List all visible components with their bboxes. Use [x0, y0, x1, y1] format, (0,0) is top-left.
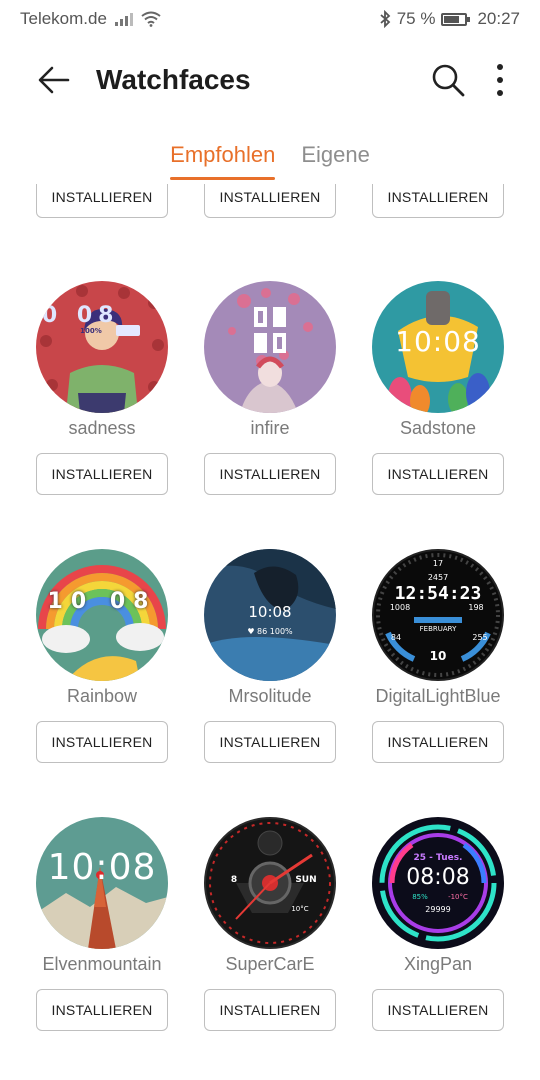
install-button[interactable]: INSTALLIEREN	[36, 721, 168, 763]
tab-eigene[interactable]: Eigene	[301, 132, 370, 182]
face-temp: 10°C	[291, 905, 309, 913]
watchface-name: infire	[250, 418, 290, 438]
face-time: 10 08	[36, 303, 120, 328]
search-button[interactable]	[422, 54, 474, 106]
install-button[interactable]: INSTALLIEREN	[372, 721, 504, 763]
install-button[interactable]: INSTALLIEREN	[372, 453, 504, 495]
face-time: 12:54:23	[394, 583, 482, 604]
face-right-value: 198	[468, 603, 484, 612]
watchface-name: DigitalLightBlue	[375, 686, 501, 706]
watchface-preview-elvenmountain[interactable]: 10:08	[36, 817, 168, 949]
watchface-preview-infire[interactable]	[204, 281, 336, 413]
install-button[interactable]: INSTALLIEREN	[372, 184, 504, 218]
status-bar: Telekom.de 75 % 20:27	[0, 0, 540, 38]
watchface-grid[interactable]: INSTALLIEREN INSTALLIEREN INSTALLIEREN 1…	[0, 184, 540, 1080]
face-day: 10	[429, 649, 447, 663]
wifi-icon	[141, 11, 161, 27]
bluetooth-icon	[380, 10, 391, 28]
face-count: 2457	[427, 573, 449, 582]
install-button[interactable]: INSTALLIEREN	[36, 184, 168, 218]
search-icon	[432, 64, 465, 97]
watchface-name: XingPan	[403, 954, 473, 974]
face-right-value: -10°C	[448, 893, 468, 901]
carrier-name: Telekom.de	[20, 9, 107, 28]
watchface-preview-mrsolitude[interactable]: 10:08 ♥ 86 100%	[204, 549, 336, 681]
battery-percent: 75 %	[396, 9, 436, 28]
watchface-preview-sadness[interactable]: 10 08 100%	[36, 281, 168, 413]
face-month: FEBRUARY	[419, 625, 457, 633]
back-button[interactable]	[28, 54, 80, 106]
face-steps: 29999	[425, 905, 451, 914]
install-button[interactable]: INSTALLIEREN	[204, 721, 336, 763]
install-button[interactable]: INSTALLIEREN	[372, 989, 504, 1031]
face-time: 10:08	[395, 325, 481, 358]
watchface-name: sadness	[68, 418, 136, 438]
watchface-preview-rainbow[interactable]: 10 08	[36, 549, 168, 681]
face-time: 10:08	[248, 603, 292, 621]
face-time: 10 08	[47, 589, 157, 614]
watchface-preview-xingpan[interactable]: 25 - Tues. 08:08 85% -10°C 29999	[372, 817, 504, 949]
face-time: 08:08	[406, 865, 470, 890]
face-stats: ♥ 86 100%	[247, 627, 293, 636]
watchface-preview-supercare[interactable]: 8 SUN 10°C	[204, 817, 336, 949]
more-vert-icon	[497, 64, 503, 96]
install-button[interactable]: INSTALLIEREN	[204, 184, 336, 218]
face-top: 17	[432, 559, 444, 568]
install-button[interactable]: INSTALLIEREN	[204, 989, 336, 1031]
face-lower-right: 255	[472, 633, 488, 642]
install-button[interactable]: INSTALLIEREN	[204, 453, 336, 495]
install-button[interactable]: INSTALLIEREN	[36, 453, 168, 495]
face-day: SUN	[295, 875, 317, 885]
watchface-name: SuperCarE	[225, 954, 315, 974]
tab-bar: Empfohlen Eigene	[0, 132, 540, 182]
watchface-preview-digitallightblue[interactable]: 17 2457 12:54:23 1008 198 FEBRUARY 84 25…	[372, 549, 504, 681]
back-arrow-icon	[38, 66, 70, 94]
watchface-name: Sadstone	[399, 418, 477, 438]
infire-artwork	[228, 288, 313, 413]
status-right: 75 % 20:27	[379, 9, 520, 29]
face-badge: 100%	[80, 327, 102, 335]
battery-fill	[444, 15, 460, 23]
face-time: 10:08	[47, 847, 157, 888]
watchface-name: Rainbow	[66, 686, 138, 706]
rainbow-artwork	[38, 565, 166, 681]
carrier-group: Telekom.de	[20, 9, 379, 29]
watchface-name: Elvenmountain	[42, 954, 162, 974]
watchface-preview-sadstone[interactable]: 10:08	[372, 281, 504, 413]
install-button[interactable]: INSTALLIEREN	[36, 989, 168, 1031]
watchface-name: Mrsolitude	[228, 686, 312, 706]
face-date: 25 - Tues.	[413, 853, 463, 863]
app-bar: Watchfaces	[0, 38, 540, 122]
clock: 20:27	[477, 9, 520, 28]
sadness-artwork	[40, 285, 164, 413]
tab-empfohlen[interactable]: Empfohlen	[170, 132, 276, 182]
more-options-button[interactable]	[474, 54, 526, 106]
signal-icon	[114, 12, 133, 26]
battery-icon	[441, 12, 471, 26]
page-title: Watchfaces	[96, 64, 251, 95]
